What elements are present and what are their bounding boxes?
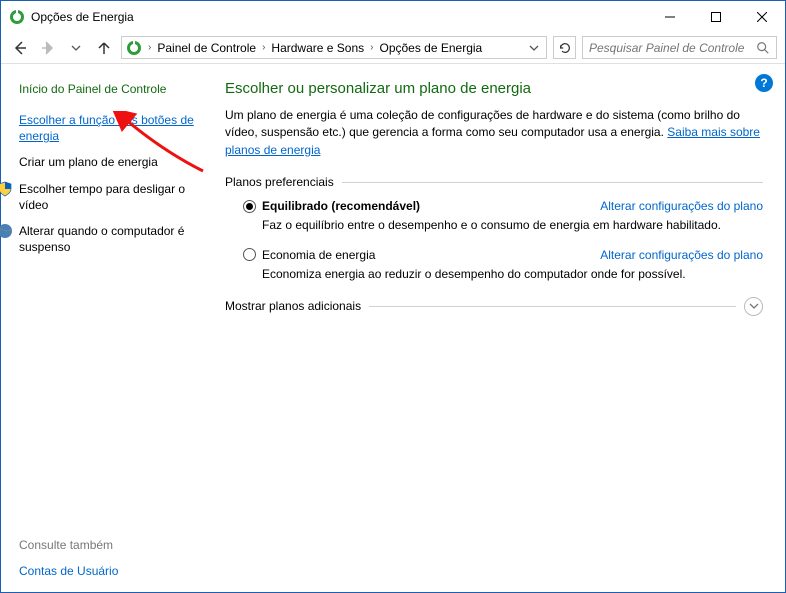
close-button[interactable]: [739, 1, 785, 32]
plan-name[interactable]: Equilibrado (recomendável): [262, 199, 420, 213]
chevron-right-icon[interactable]: ›: [146, 42, 153, 53]
shield-icon: [0, 181, 13, 197]
plan-description: Faz o equilíbrio entre o desempenho e o …: [262, 217, 763, 234]
up-button[interactable]: [93, 37, 115, 59]
page-intro: Um plano de energia é uma coleção de con…: [225, 107, 763, 159]
sidebar: Início do Painel de Controle Escolher a …: [1, 64, 215, 592]
breadcrumb-mid[interactable]: Hardware e Sons: [271, 41, 364, 55]
power-options-icon: [126, 40, 142, 56]
search-input[interactable]: [589, 41, 756, 55]
breadcrumb-leaf[interactable]: Opções de Energia: [379, 41, 482, 55]
sidebar-link-sleep[interactable]: Alterar quando o computador é suspenso: [19, 223, 201, 255]
show-additional-plans[interactable]: Mostrar planos adicionais: [225, 297, 763, 316]
address-dropdown-button[interactable]: [526, 43, 542, 53]
titlebar: Opções de Energia: [1, 1, 785, 32]
main-panel: Escolher ou personalizar um plano de ene…: [215, 64, 785, 592]
power-options-icon: [9, 9, 25, 25]
window-title: Opções de Energia: [31, 10, 647, 24]
forward-button[interactable]: [37, 37, 59, 59]
search-icon[interactable]: [756, 41, 770, 55]
plan-name[interactable]: Economia de energia: [262, 248, 375, 262]
address-bar[interactable]: › Painel de Controle › Hardware e Sons ›…: [121, 36, 547, 59]
plan-description: Economiza energia ao reduzir o desempenh…: [262, 266, 763, 283]
minimize-button[interactable]: [647, 1, 693, 32]
plan-edit-link[interactable]: Alterar configurações do plano: [600, 248, 763, 262]
plan-power-saver: Economia de energia Alterar configuraçõe…: [243, 248, 763, 283]
content: ? Início do Painel de Controle Escolher …: [1, 64, 785, 592]
plan-balanced: Equilibrado (recomendável) Alterar confi…: [243, 199, 763, 234]
see-also-link-accounts[interactable]: Contas de Usuário: [19, 564, 201, 578]
plan-radio-power-saver[interactable]: [243, 248, 256, 261]
sidebar-link-power-buttons[interactable]: Escolher a função dos botões de energia: [19, 112, 201, 144]
help-button[interactable]: ?: [755, 74, 773, 92]
search-box[interactable]: [582, 36, 777, 59]
breadcrumb-root[interactable]: Painel de Controle: [157, 41, 256, 55]
chevron-right-icon[interactable]: ›: [260, 42, 267, 53]
sidebar-link-create-plan[interactable]: Criar um plano de energia: [19, 154, 201, 170]
maximize-button[interactable]: [693, 1, 739, 32]
page-heading: Escolher ou personalizar um plano de ene…: [225, 80, 763, 97]
plan-radio-balanced[interactable]: [243, 200, 256, 213]
sidebar-home-link[interactable]: Início do Painel de Controle: [19, 82, 201, 96]
globe-icon: [0, 223, 13, 239]
chevron-right-icon[interactable]: ›: [368, 42, 375, 53]
plan-edit-link[interactable]: Alterar configurações do plano: [600, 199, 763, 213]
refresh-button[interactable]: [553, 36, 576, 59]
sidebar-link-display-off[interactable]: Escolher tempo para desligar o vídeo: [19, 181, 201, 213]
toolbar: › Painel de Controle › Hardware e Sons ›…: [1, 32, 785, 64]
recent-locations-button[interactable]: [65, 37, 87, 59]
chevron-down-icon[interactable]: [744, 297, 763, 316]
back-button[interactable]: [9, 37, 31, 59]
see-also-label: Consulte também: [19, 538, 201, 552]
preferred-plans-label: Planos preferenciais: [225, 175, 763, 189]
